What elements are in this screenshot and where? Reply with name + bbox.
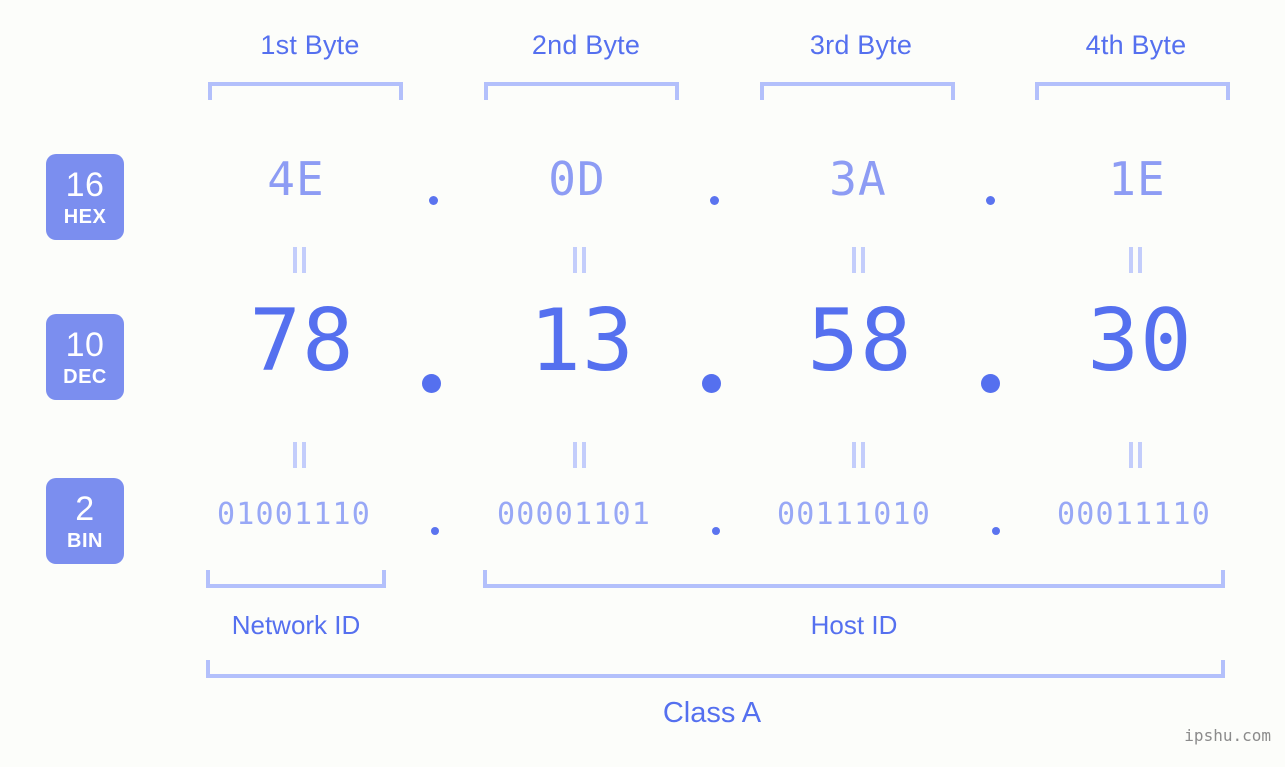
hex-value-byte-1: 4E <box>267 152 325 206</box>
equals-mark-hex-dec-3 <box>851 247 867 273</box>
bin-separator-dot-2 <box>712 527 720 535</box>
byte-header-3: 3rd Byte <box>809 30 913 60</box>
base-badge-bin: 2 BIN <box>46 478 124 564</box>
host-id-label: Host ID <box>810 610 898 640</box>
bin-separator-dot-1 <box>431 527 439 535</box>
network-id-label: Network ID <box>231 610 361 640</box>
byte-bracket-2 <box>484 82 679 100</box>
hex-value-byte-4: 1E <box>1108 152 1166 206</box>
dec-separator-dot-2 <box>702 374 721 393</box>
byte-bracket-4 <box>1035 82 1230 100</box>
ip-address-breakdown-diagram: 1st Byte 2nd Byte 3rd Byte 4th Byte 16 H… <box>0 0 1285 767</box>
hex-separator-dot-1 <box>429 196 438 205</box>
dec-separator-dot-3 <box>981 374 1000 393</box>
hex-separator-dot-2 <box>710 196 719 205</box>
equals-mark-dec-bin-4 <box>1128 442 1144 468</box>
base-badge-hex: 16 HEX <box>46 154 124 240</box>
base-badge-dec-label: DEC <box>63 365 107 388</box>
byte-header-2: 2nd Byte <box>531 30 641 60</box>
equals-mark-hex-dec-4 <box>1128 247 1144 273</box>
base-badge-hex-number: 16 <box>65 165 105 204</box>
host-id-bracket <box>483 570 1225 588</box>
bin-value-byte-2: 00001101 <box>496 497 652 532</box>
watermark: ipshu.com <box>1184 726 1271 745</box>
hex-separator-dot-3 <box>986 196 995 205</box>
dec-separator-dot-1 <box>422 374 441 393</box>
network-id-bracket <box>206 570 386 588</box>
dec-value-byte-1: 78 <box>249 291 355 391</box>
byte-header-4: 4th Byte <box>1085 30 1187 60</box>
equals-mark-dec-bin-3 <box>851 442 867 468</box>
base-badge-hex-label: HEX <box>63 205 107 228</box>
byte-bracket-1 <box>208 82 403 100</box>
class-bracket <box>206 660 1225 678</box>
base-badge-dec: 10 DEC <box>46 314 124 400</box>
dec-value-byte-3: 58 <box>807 291 913 391</box>
hex-value-byte-3: 3A <box>829 152 887 206</box>
dec-value-byte-2: 13 <box>529 291 635 391</box>
class-label: Class A <box>662 697 762 729</box>
byte-bracket-3 <box>760 82 955 100</box>
bin-value-byte-3: 00111010 <box>776 497 932 532</box>
hex-value-byte-2: 0D <box>548 152 606 206</box>
bin-value-byte-1: 01001110 <box>216 497 372 532</box>
base-badge-bin-number: 2 <box>75 489 95 528</box>
equals-mark-dec-bin-1 <box>292 442 308 468</box>
bin-separator-dot-3 <box>992 527 1000 535</box>
equals-mark-hex-dec-2 <box>572 247 588 273</box>
byte-header-1: 1st Byte <box>260 30 360 60</box>
equals-mark-dec-bin-2 <box>572 442 588 468</box>
base-badge-dec-number: 10 <box>65 325 105 364</box>
base-badge-bin-label: BIN <box>67 529 103 552</box>
equals-mark-hex-dec-1 <box>292 247 308 273</box>
dec-value-byte-4: 30 <box>1087 291 1193 391</box>
bin-value-byte-4: 00011110 <box>1056 497 1212 532</box>
